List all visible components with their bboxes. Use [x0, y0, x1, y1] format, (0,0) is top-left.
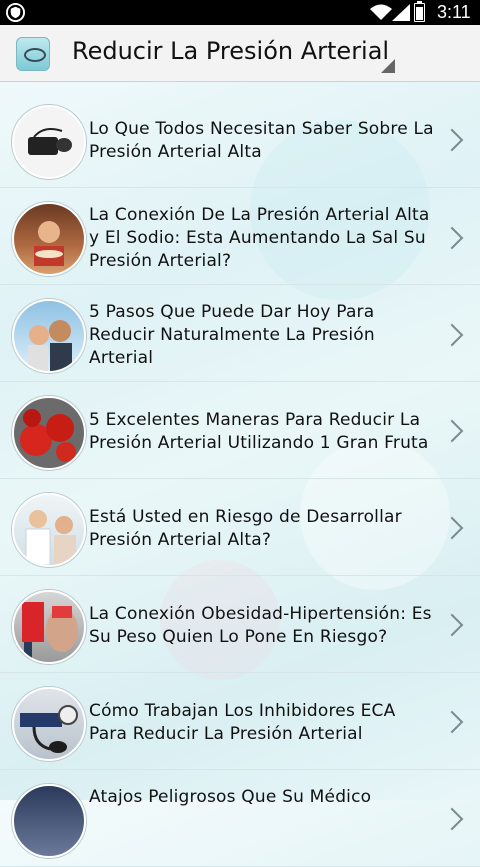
list-item[interactable]: Cómo Trabajan Los Inhibidores ECA Para R…	[0, 673, 480, 770]
chevron-right-icon[interactable]	[440, 710, 464, 734]
dropdown-indicator-icon[interactable]	[381, 59, 395, 73]
couple-outdoors-thumbnail	[12, 299, 86, 373]
list-item[interactable]: 5 Excelentes Maneras Para Reducir La Pre…	[0, 382, 480, 479]
action-bar: Reducir La Presión Arterial	[0, 25, 480, 82]
list-item[interactable]: Lo Que Todos Necesitan Saber Sobre La Pr…	[0, 91, 480, 188]
battery-icon	[414, 1, 425, 22]
shield-notification-icon	[6, 3, 25, 22]
chevron-right-icon[interactable]	[440, 613, 464, 637]
medical-device-thumbnail	[12, 784, 86, 858]
chevron-right-icon[interactable]	[440, 128, 464, 152]
list-item[interactable]: Está Usted en Riesgo de Desarrollar Pres…	[0, 479, 480, 576]
chevron-right-icon[interactable]	[440, 226, 464, 250]
chevron-right-icon[interactable]	[440, 807, 464, 831]
blood-pressure-monitor-thumbnail	[12, 105, 86, 179]
article-title: La Conexión De La Presión Arterial Alta …	[89, 205, 430, 271]
cell-signal-icon	[392, 4, 410, 21]
chevron-right-icon[interactable]	[440, 419, 464, 443]
article-title: Cómo Trabajan Los Inhibidores ECA Para R…	[89, 701, 396, 744]
list-item[interactable]: 5 Pasos Que Puede Dar Hoy Para Reducir N…	[0, 285, 480, 382]
chevron-right-icon[interactable]	[440, 323, 464, 347]
chevron-right-icon[interactable]	[440, 516, 464, 540]
article-title: Lo Que Todos Necesitan Saber Sobre La Pr…	[89, 119, 434, 162]
page-title[interactable]: Reducir La Presión Arterial	[72, 37, 389, 65]
article-title: 5 Excelentes Maneras Para Reducir La Pre…	[89, 410, 429, 453]
overweight-people-thumbnail	[12, 590, 86, 664]
article-title: 5 Pasos Que Puede Dar Hoy Para Reducir N…	[89, 302, 375, 368]
article-title: La Conexión Obesidad-Hipertensión: Es Su…	[89, 604, 432, 647]
clock: 3:11	[437, 2, 471, 22]
doctor-patient-thumbnail	[12, 493, 86, 567]
wifi-icon	[370, 4, 392, 20]
sphygmomanometer-thumbnail	[12, 687, 86, 761]
article-title: Está Usted en Riesgo de Desarrollar Pres…	[89, 507, 402, 550]
app-logo-icon[interactable]	[16, 37, 50, 71]
status-bar: 3:11	[0, 0, 480, 25]
woman-eating-thumbnail	[12, 202, 86, 276]
list-item[interactable]: La Conexión De La Presión Arterial Alta …	[0, 188, 480, 285]
article-title: Atajos Peligrosos Que Su Médico	[89, 787, 372, 807]
list-item[interactable]: Atajos Peligrosos Que Su Médico	[0, 770, 480, 867]
list-item[interactable]: La Conexión Obesidad-Hipertensión: Es Su…	[0, 576, 480, 673]
tomatoes-thumbnail	[12, 396, 86, 470]
article-list: Lo Que Todos Necesitan Saber Sobre La Pr…	[0, 91, 480, 867]
